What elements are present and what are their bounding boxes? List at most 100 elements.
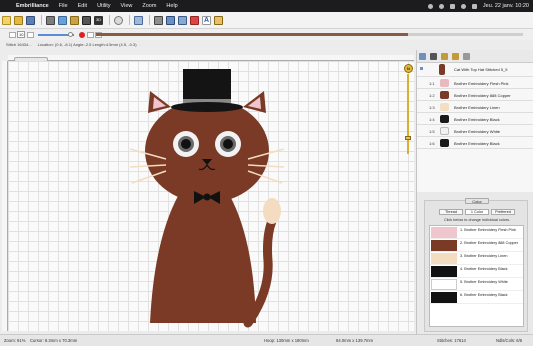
menu-utility[interactable]: Utility <box>97 3 110 9</box>
status-bar: Zoom: 91% Cursor: 8.3mm x 70.3mm Hoop: 1… <box>0 334 533 346</box>
cat-tail-tip <box>263 198 281 224</box>
stop-icon[interactable] <box>79 31 86 38</box>
save-icon[interactable] <box>26 15 35 25</box>
thread-row[interactable]: 6. Brother Embroidery Black <box>430 291 523 304</box>
panel-tab-icon[interactable] <box>419 53 426 60</box>
stop-thread-name: Brother Embroidery Linen <box>454 105 500 110</box>
stop-thread-name: Brother Embroidery Black <box>454 141 500 146</box>
open-folder-icon[interactable] <box>14 15 23 25</box>
panel-tab-icon[interactable] <box>463 53 470 60</box>
thread-label: 3. Brother Embroidery Linen <box>460 254 508 258</box>
zoom-slider[interactable]: N <box>404 64 413 154</box>
paste-icon[interactable] <box>70 15 79 25</box>
zoom-icon[interactable] <box>114 15 123 25</box>
stop-row[interactable]: 1:1 Brother Embroidery Flesh Pink <box>417 77 533 89</box>
stop-number: 1:6 <box>429 141 435 146</box>
thread-label: 2. Brother Embroidery 888 Copper <box>460 241 519 245</box>
stitch-progress-bar[interactable] <box>96 33 523 36</box>
toolbar-divider <box>149 15 150 25</box>
3d-view-icon[interactable]: 3D <box>94 15 103 25</box>
one-color-tab[interactable]: 1 Color <box>465 209 489 215</box>
zoom-slider-knob[interactable] <box>405 136 411 140</box>
thread-row[interactable]: 2. Brother Embroidery 888 Copper <box>430 239 523 252</box>
preferred-tab[interactable]: Preferred <box>491 209 515 215</box>
menu-help[interactable]: Help <box>166 3 177 9</box>
stop-rows: 1:1 Brother Embroidery Flesh Pink 1:2 Broth… <box>417 77 533 149</box>
thread-color-swatch[interactable] <box>431 227 457 238</box>
rotate-icon[interactable] <box>154 15 163 25</box>
needles-colors: Ndls/Cols: 6/6 <box>496 338 523 343</box>
stop-color-swatch <box>440 115 449 123</box>
stop-color-swatch <box>440 91 449 99</box>
expand-icon[interactable] <box>420 67 423 70</box>
location-readout: Location: (0.6, -8.1) Angle:-2.5 Length:… <box>37 41 137 47</box>
stop-row[interactable]: 1:6 Brother Embroidery Black <box>417 137 533 149</box>
prev-color-button[interactable] <box>87 31 95 38</box>
stop-row[interactable]: 1:4 Brother Embroidery Black <box>417 113 533 125</box>
thread-row[interactable]: 1. Brother Embroidery Flesh Pink <box>430 226 523 239</box>
zoom-slider-rail[interactable] <box>407 74 409 154</box>
panel-tab-icon[interactable] <box>430 53 437 60</box>
mirror-icon[interactable] <box>166 15 175 25</box>
menu-edit[interactable]: Edit <box>78 3 87 9</box>
compass-icon[interactable]: N <box>404 64 413 73</box>
step-forward-button[interactable] <box>27 31 35 38</box>
stitch-readout: Stitch 16434... <box>6 41 32 47</box>
stop-color-swatch <box>440 79 449 87</box>
status-icon[interactable] <box>427 3 433 9</box>
speed-slider[interactable] <box>38 31 75 37</box>
stop-row[interactable]: 1:5 Brother Embroidery White <box>417 125 533 137</box>
properties-panel: Cat With Top Hat Stitched 5_5 1:1 Brother… <box>416 50 533 334</box>
thread-color-swatch[interactable] <box>431 266 457 277</box>
toolbar-divider <box>129 15 130 25</box>
print-icon[interactable] <box>46 15 55 25</box>
stop-thread-name: Brother Embroidery Flesh Pink <box>454 81 509 86</box>
menu-file[interactable]: File <box>59 3 68 9</box>
stop-color-swatch <box>440 103 449 111</box>
menu-view[interactable]: View <box>121 3 133 9</box>
search-icon[interactable] <box>460 3 466 9</box>
thread-row[interactable]: 4. Brother Embroidery Black <box>430 265 523 278</box>
thread-row[interactable]: 3. Brother Embroidery Linen <box>430 252 523 265</box>
lettering-icon[interactable]: A <box>202 15 211 25</box>
design-header-row[interactable]: Cat With Top Hat Stitched 5_5 <box>417 63 533 77</box>
cat-eye-right-pupil <box>223 139 233 149</box>
stitch-count: Stitches: 17614 <box>437 338 466 343</box>
stop-number: 1:3 <box>429 105 435 110</box>
control-center-icon[interactable] <box>471 3 477 9</box>
thread-row[interactable]: 5. Brother Embroidery White <box>430 278 523 291</box>
stop-row[interactable]: 1:3 Brother Embroidery Linen <box>417 101 533 113</box>
design-name: Cat With Top Hat Stitched 5_5 <box>454 67 508 72</box>
speed-slider-knob[interactable] <box>68 31 74 37</box>
thread-color-swatch[interactable] <box>431 279 457 290</box>
stop-color-swatch <box>440 139 449 147</box>
select-icon[interactable] <box>190 15 199 25</box>
new-file-icon[interactable] <box>2 15 11 25</box>
panel-tab-icon[interactable] <box>452 53 459 60</box>
step-back-button[interactable] <box>9 31 16 38</box>
thread-tab[interactable]: Thread <box>439 209 463 215</box>
copy-icon[interactable] <box>58 15 67 25</box>
thread-color-swatch[interactable] <box>431 253 457 264</box>
wifi-icon[interactable] <box>449 3 455 9</box>
stop-row[interactable]: 1:2 Brother Embroidery 888 Copper <box>417 89 533 101</box>
panel-tab-icon[interactable] <box>441 53 448 60</box>
info-line: Stitch 16434... Location: (0.6, -8.1) An… <box>0 40 420 48</box>
color-panel-title: Color <box>465 198 489 204</box>
design-thumbnail <box>439 64 445 75</box>
stitch-step-field[interactable]: 10 <box>17 31 26 38</box>
menu-clock[interactable]: Jeu. 22 janv. 10:20 <box>483 3 529 9</box>
stop-color-swatch <box>440 127 449 135</box>
thread-color-swatch[interactable] <box>431 240 457 251</box>
menu-app-name[interactable]: Embrilliance <box>16 3 49 9</box>
design-canvas[interactable] <box>8 61 414 331</box>
merge-icon[interactable] <box>82 15 91 25</box>
thread-label: 1. Brother Embroidery Flesh Pink <box>460 228 516 232</box>
hand-icon[interactable] <box>214 15 223 25</box>
flip-icon[interactable] <box>178 15 187 25</box>
cat-design-artwork[interactable] <box>8 61 414 331</box>
menu-zoom[interactable]: Zoom <box>142 3 156 9</box>
battery-icon[interactable] <box>438 3 444 9</box>
needle-icon[interactable] <box>134 15 143 25</box>
thread-color-swatch[interactable] <box>431 292 457 303</box>
